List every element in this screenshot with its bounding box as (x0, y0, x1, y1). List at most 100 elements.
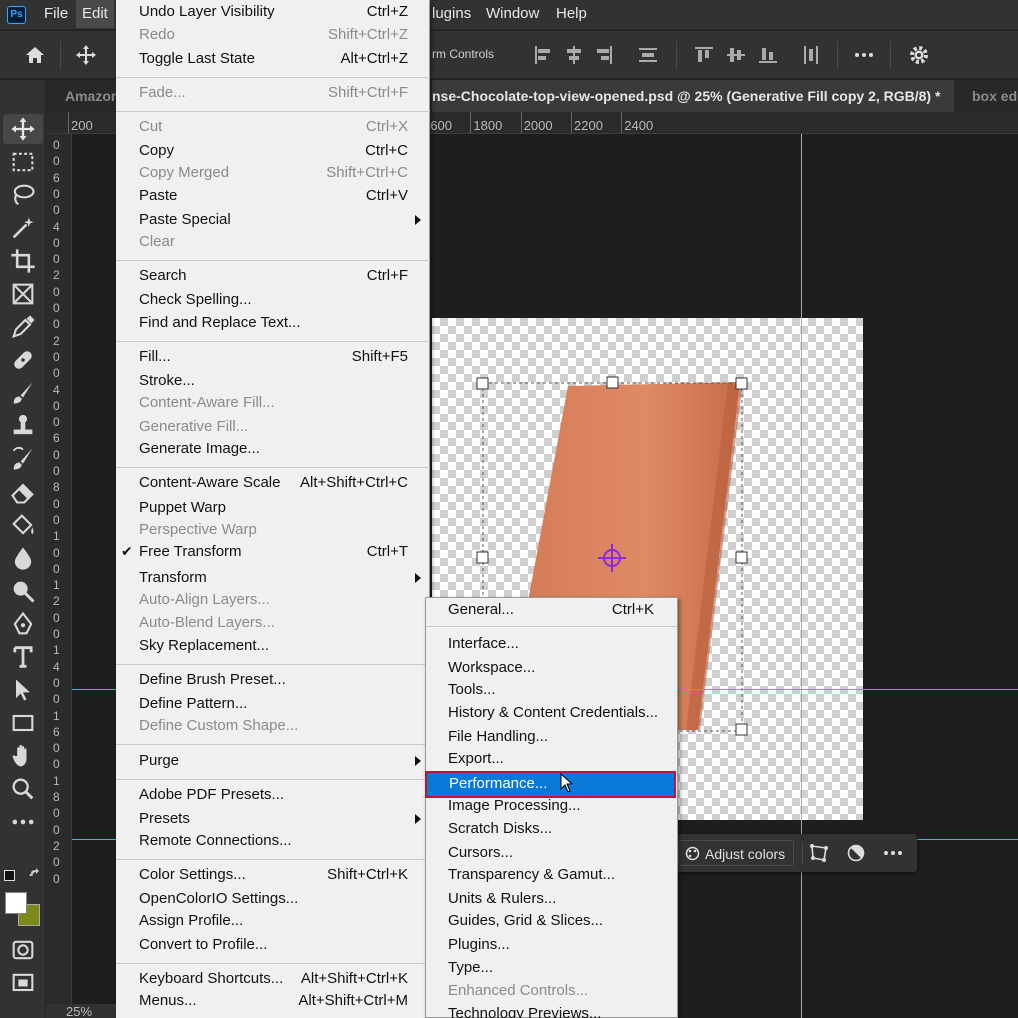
edit-menu-item[interactable]: Content-Aware Scale Alt+Shift+Ctrl+C (116, 472, 430, 495)
eraser-tool-icon[interactable] (9, 478, 37, 506)
tab-amazon[interactable]: Amazon (58, 80, 116, 112)
align-center-icon[interactable] (562, 43, 586, 67)
blur-tool-icon[interactable] (9, 544, 37, 572)
preferences-menu-item[interactable]: Cursors... (426, 842, 677, 865)
adjust-colors-button[interactable]: Adjust colors (678, 840, 795, 866)
edit-menu-item[interactable]: Assign Profile... (116, 910, 430, 933)
preferences-menu-item[interactable]: General... Ctrl+K (426, 599, 677, 622)
move-tool-icon[interactable] (9, 115, 37, 143)
menu-plugins[interactable]: lugins (428, 5, 475, 22)
edit-menu-item[interactable]: Keyboard Shortcuts... Alt+Shift+Ctrl+K (116, 968, 430, 991)
distribute-icon[interactable] (636, 43, 660, 67)
preferences-menu-item[interactable]: Transparency & Gamut... (426, 864, 677, 887)
align-top-icon[interactable] (692, 43, 716, 67)
preferences-menu-item[interactable]: Type... (426, 957, 677, 980)
align-left-icon[interactable] (531, 43, 555, 67)
edit-menu-item[interactable]: Purge (116, 750, 430, 773)
preferences-menu-item[interactable]: Export... (426, 748, 677, 771)
preferences-menu-item[interactable]: Workspace... (426, 657, 677, 680)
edit-menu-item[interactable]: Define Pattern... (116, 693, 430, 716)
warp-icon[interactable] (808, 842, 830, 864)
edit-menu-item[interactable]: Stroke... (116, 370, 430, 393)
menu-help[interactable]: Help (552, 5, 591, 22)
rectangle-tool-icon[interactable] (9, 709, 37, 737)
pen-tool-icon[interactable] (9, 610, 37, 638)
preferences-menu-item[interactable]: Scratch Disks... (426, 818, 677, 841)
edit-menu-item[interactable]: Define Brush Preset... (116, 669, 430, 692)
crop-tool-icon[interactable] (9, 247, 37, 275)
marquee-tool-icon[interactable] (9, 148, 37, 176)
preferences-menu-item[interactable]: Interface... (426, 633, 677, 656)
edit-menu-item[interactable]: Adobe PDF Presets... (116, 784, 430, 807)
path-selection-tool-icon[interactable] (9, 676, 37, 704)
brush-tool-icon[interactable] (9, 379, 37, 407)
edit-menu-item[interactable]: ✔ Free Transform Ctrl+T (116, 541, 430, 564)
default-colors-icon[interactable] (4, 870, 15, 881)
eyedropper-tool-icon[interactable] (9, 313, 37, 341)
quick-mask-icon[interactable] (9, 936, 37, 964)
zoom-tool-icon[interactable] (9, 775, 37, 803)
guide-vertical[interactable] (801, 134, 802, 1018)
edit-menu-item[interactable]: Search Ctrl+F (116, 265, 430, 288)
paint-bucket-tool-icon[interactable] (9, 511, 37, 539)
more-icon[interactable] (852, 43, 876, 67)
menu-window[interactable]: Window (482, 5, 543, 22)
transform-handle[interactable] (735, 723, 748, 736)
preferences-menu-item[interactable]: Image Processing... (426, 795, 677, 818)
distribute-vertical-icon[interactable] (799, 43, 823, 67)
swap-colors-icon[interactable] (28, 868, 42, 882)
edit-menu-item[interactable]: OpenColorIO Settings... (116, 888, 430, 911)
type-tool-icon[interactable] (9, 643, 37, 671)
show-transform-controls-label[interactable]: rm Controls (432, 47, 494, 61)
edit-menu-item[interactable]: Paste Ctrl+V (116, 185, 430, 208)
edit-menu-item[interactable]: Remote Connections... (116, 830, 430, 853)
preferences-menu-item[interactable]: Technology Previews... (426, 1003, 677, 1018)
transform-handle[interactable] (735, 551, 748, 564)
edit-menu-item[interactable]: Find and Replace Text... (116, 312, 430, 335)
history-brush-tool-icon[interactable] (9, 445, 37, 473)
healing-brush-tool-icon[interactable] (9, 346, 37, 374)
edit-toolbar-icon[interactable] (9, 808, 37, 836)
dodge-tool-icon[interactable] (9, 577, 37, 605)
menu-file[interactable]: File (40, 5, 72, 22)
edit-menu-item[interactable]: Convert to Profile... (116, 934, 430, 957)
edit-menu-item[interactable]: Menus... Alt+Shift+Ctrl+M (116, 990, 430, 1013)
edit-menu-item[interactable]: Paste Special (116, 209, 430, 232)
edit-menu-item[interactable]: Check Spelling... (116, 289, 430, 312)
align-middle-icon[interactable] (724, 43, 748, 67)
tab-active-document[interactable]: nse-Chocolate-top-view-opened.psd @ 25% … (432, 80, 954, 112)
edit-menu-item[interactable]: Generate Image... (116, 438, 430, 461)
preferences-menu-item[interactable]: History & Content Credentials... (426, 702, 677, 725)
edit-menu-item[interactable]: Copy Ctrl+C (116, 140, 430, 163)
gear-icon[interactable] (907, 43, 931, 67)
preferences-menu-item[interactable]: Performance... (425, 771, 676, 798)
tab-box-edit[interactable]: box ed (958, 80, 1018, 112)
clone-stamp-tool-icon[interactable] (9, 412, 37, 440)
hand-tool-icon[interactable] (9, 742, 37, 770)
lasso-tool-icon[interactable] (9, 181, 37, 209)
preferences-menu-item[interactable]: Plugins... (426, 934, 677, 957)
preferences-menu-item[interactable]: Units & Rulers... (426, 888, 677, 911)
mask-icon[interactable] (846, 843, 866, 863)
transform-handle[interactable] (476, 551, 489, 564)
preferences-menu-item[interactable]: Guides, Grid & Slices... (426, 910, 677, 933)
move-icon[interactable] (74, 43, 98, 67)
screen-mode-icon[interactable] (9, 969, 37, 997)
foreground-color-swatch[interactable] (5, 892, 27, 914)
preferences-menu-item[interactable]: File Handling... (426, 726, 677, 749)
magic-wand-tool-icon[interactable] (9, 214, 37, 242)
align-bottom-icon[interactable] (756, 43, 780, 67)
edit-menu-item[interactable]: Fill... Shift+F5 (116, 346, 430, 369)
menu-edit[interactable]: Edit (76, 0, 114, 28)
transform-handle[interactable] (476, 377, 489, 390)
align-right-icon[interactable] (592, 43, 616, 67)
home-icon[interactable] (23, 43, 47, 67)
more-options-icon[interactable] (882, 843, 904, 863)
transform-handle[interactable] (606, 376, 619, 389)
edit-menu-item[interactable]: Undo Layer Visibility Ctrl+Z (116, 1, 430, 24)
edit-menu-item[interactable]: Sky Replacement... (116, 635, 430, 658)
frame-tool-icon[interactable] (9, 280, 37, 308)
edit-menu-item[interactable]: Puppet Warp (116, 497, 430, 520)
edit-menu-item[interactable]: Toggle Last State Alt+Ctrl+Z (116, 48, 430, 71)
edit-menu-item[interactable]: Transform (116, 567, 430, 590)
